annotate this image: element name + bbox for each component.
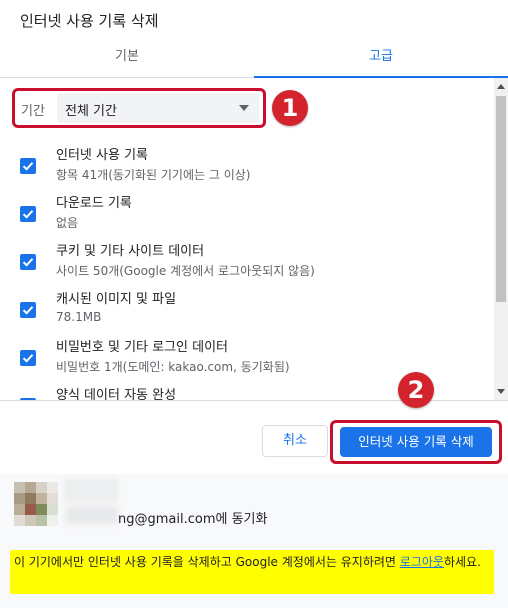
- sign-out-link[interactable]: 로그아웃: [400, 555, 444, 569]
- scroll-down-arrow-icon[interactable]: [497, 389, 505, 394]
- option-title: 비밀번호 및 기타 로그인 데이터: [56, 340, 229, 355]
- time-range-select[interactable]: 전체 기간: [57, 93, 259, 123]
- dropdown-arrow-icon: [239, 105, 249, 111]
- confirm-button-highlight: 인터넷 사용 기록 삭제: [330, 420, 502, 464]
- checkbox-checked-icon[interactable]: [20, 206, 36, 222]
- option-cached-images[interactable]: 캐시된 이미지 및 파일 78.1MB: [0, 288, 490, 336]
- clear-data-button[interactable]: 인터넷 사용 기록 삭제: [340, 427, 492, 457]
- time-range-highlight: 기간 전체 기간: [12, 88, 266, 128]
- sign-out-notice: 이 기기에서만 인터넷 사용 기록을 삭제하고 Google 계정에서는 유지하…: [10, 550, 494, 594]
- option-title: 다운로드 기록: [56, 196, 132, 211]
- option-subtitle: 없음: [56, 216, 79, 230]
- step-badge-1: 1: [272, 90, 308, 126]
- option-title: 양식 데이터 자동 완성: [56, 388, 177, 400]
- tab-bar: 기본 고급: [0, 40, 508, 78]
- avatar: [14, 482, 58, 526]
- sync-account-text: ng@gmail.com에 동기화: [118, 512, 268, 527]
- option-subtitle: 사이트 50개(Google 계정에서 로그아웃되지 않음): [56, 264, 315, 278]
- cancel-button[interactable]: 취소: [262, 425, 328, 457]
- checkbox-checked-icon[interactable]: [20, 254, 36, 270]
- options-panel: 기간 전체 기간 1 인터넷 사용 기록 항목 41개(동기화된 기기에는 그 …: [0, 78, 508, 400]
- scroll-thumb[interactable]: [496, 96, 506, 302]
- option-title: 캐시된 이미지 및 파일: [56, 292, 177, 307]
- time-range-label: 기간: [21, 104, 45, 119]
- option-title: 인터넷 사용 기록: [56, 148, 148, 163]
- checkbox-checked-icon[interactable]: [20, 158, 36, 174]
- scroll-up-arrow-icon[interactable]: [497, 84, 505, 89]
- redacted-name: [64, 478, 118, 502]
- tab-basic[interactable]: 기본: [0, 40, 254, 78]
- step-badge-2: 2: [398, 372, 434, 408]
- dialog-title: 인터넷 사용 기록 삭제: [20, 12, 159, 30]
- redacted-email: [66, 506, 118, 524]
- notice-text-end: 하세요.: [443, 555, 481, 569]
- notice-text: 이 기기에서만 인터넷 사용 기록을 삭제하고 Google 계정에서는 유지하…: [14, 555, 400, 569]
- scrollbar[interactable]: [494, 78, 508, 400]
- option-download-history[interactable]: 다운로드 기록 없음: [0, 192, 490, 240]
- option-title: 쿠키 및 기타 사이트 데이터: [56, 244, 205, 259]
- option-browsing-history[interactable]: 인터넷 사용 기록 항목 41개(동기화된 기기에는 그 이상): [0, 144, 490, 192]
- option-subtitle: 78.1MB: [56, 310, 102, 324]
- checkbox-checked-icon[interactable]: [20, 302, 36, 318]
- option-subtitle: 비밀번호 1개(도메인: kakao.com, 동기화됨): [56, 360, 290, 374]
- tab-advanced[interactable]: 고급: [254, 40, 508, 78]
- checkbox-checked-icon[interactable]: [20, 350, 36, 366]
- option-subtitle: 항목 41개(동기화된 기기에는 그 이상): [56, 168, 251, 182]
- option-cookies[interactable]: 쿠키 및 기타 사이트 데이터 사이트 50개(Google 계정에서 로그아웃…: [0, 240, 490, 288]
- time-range-value: 전체 기간: [65, 104, 117, 119]
- footer-divider: [0, 400, 508, 401]
